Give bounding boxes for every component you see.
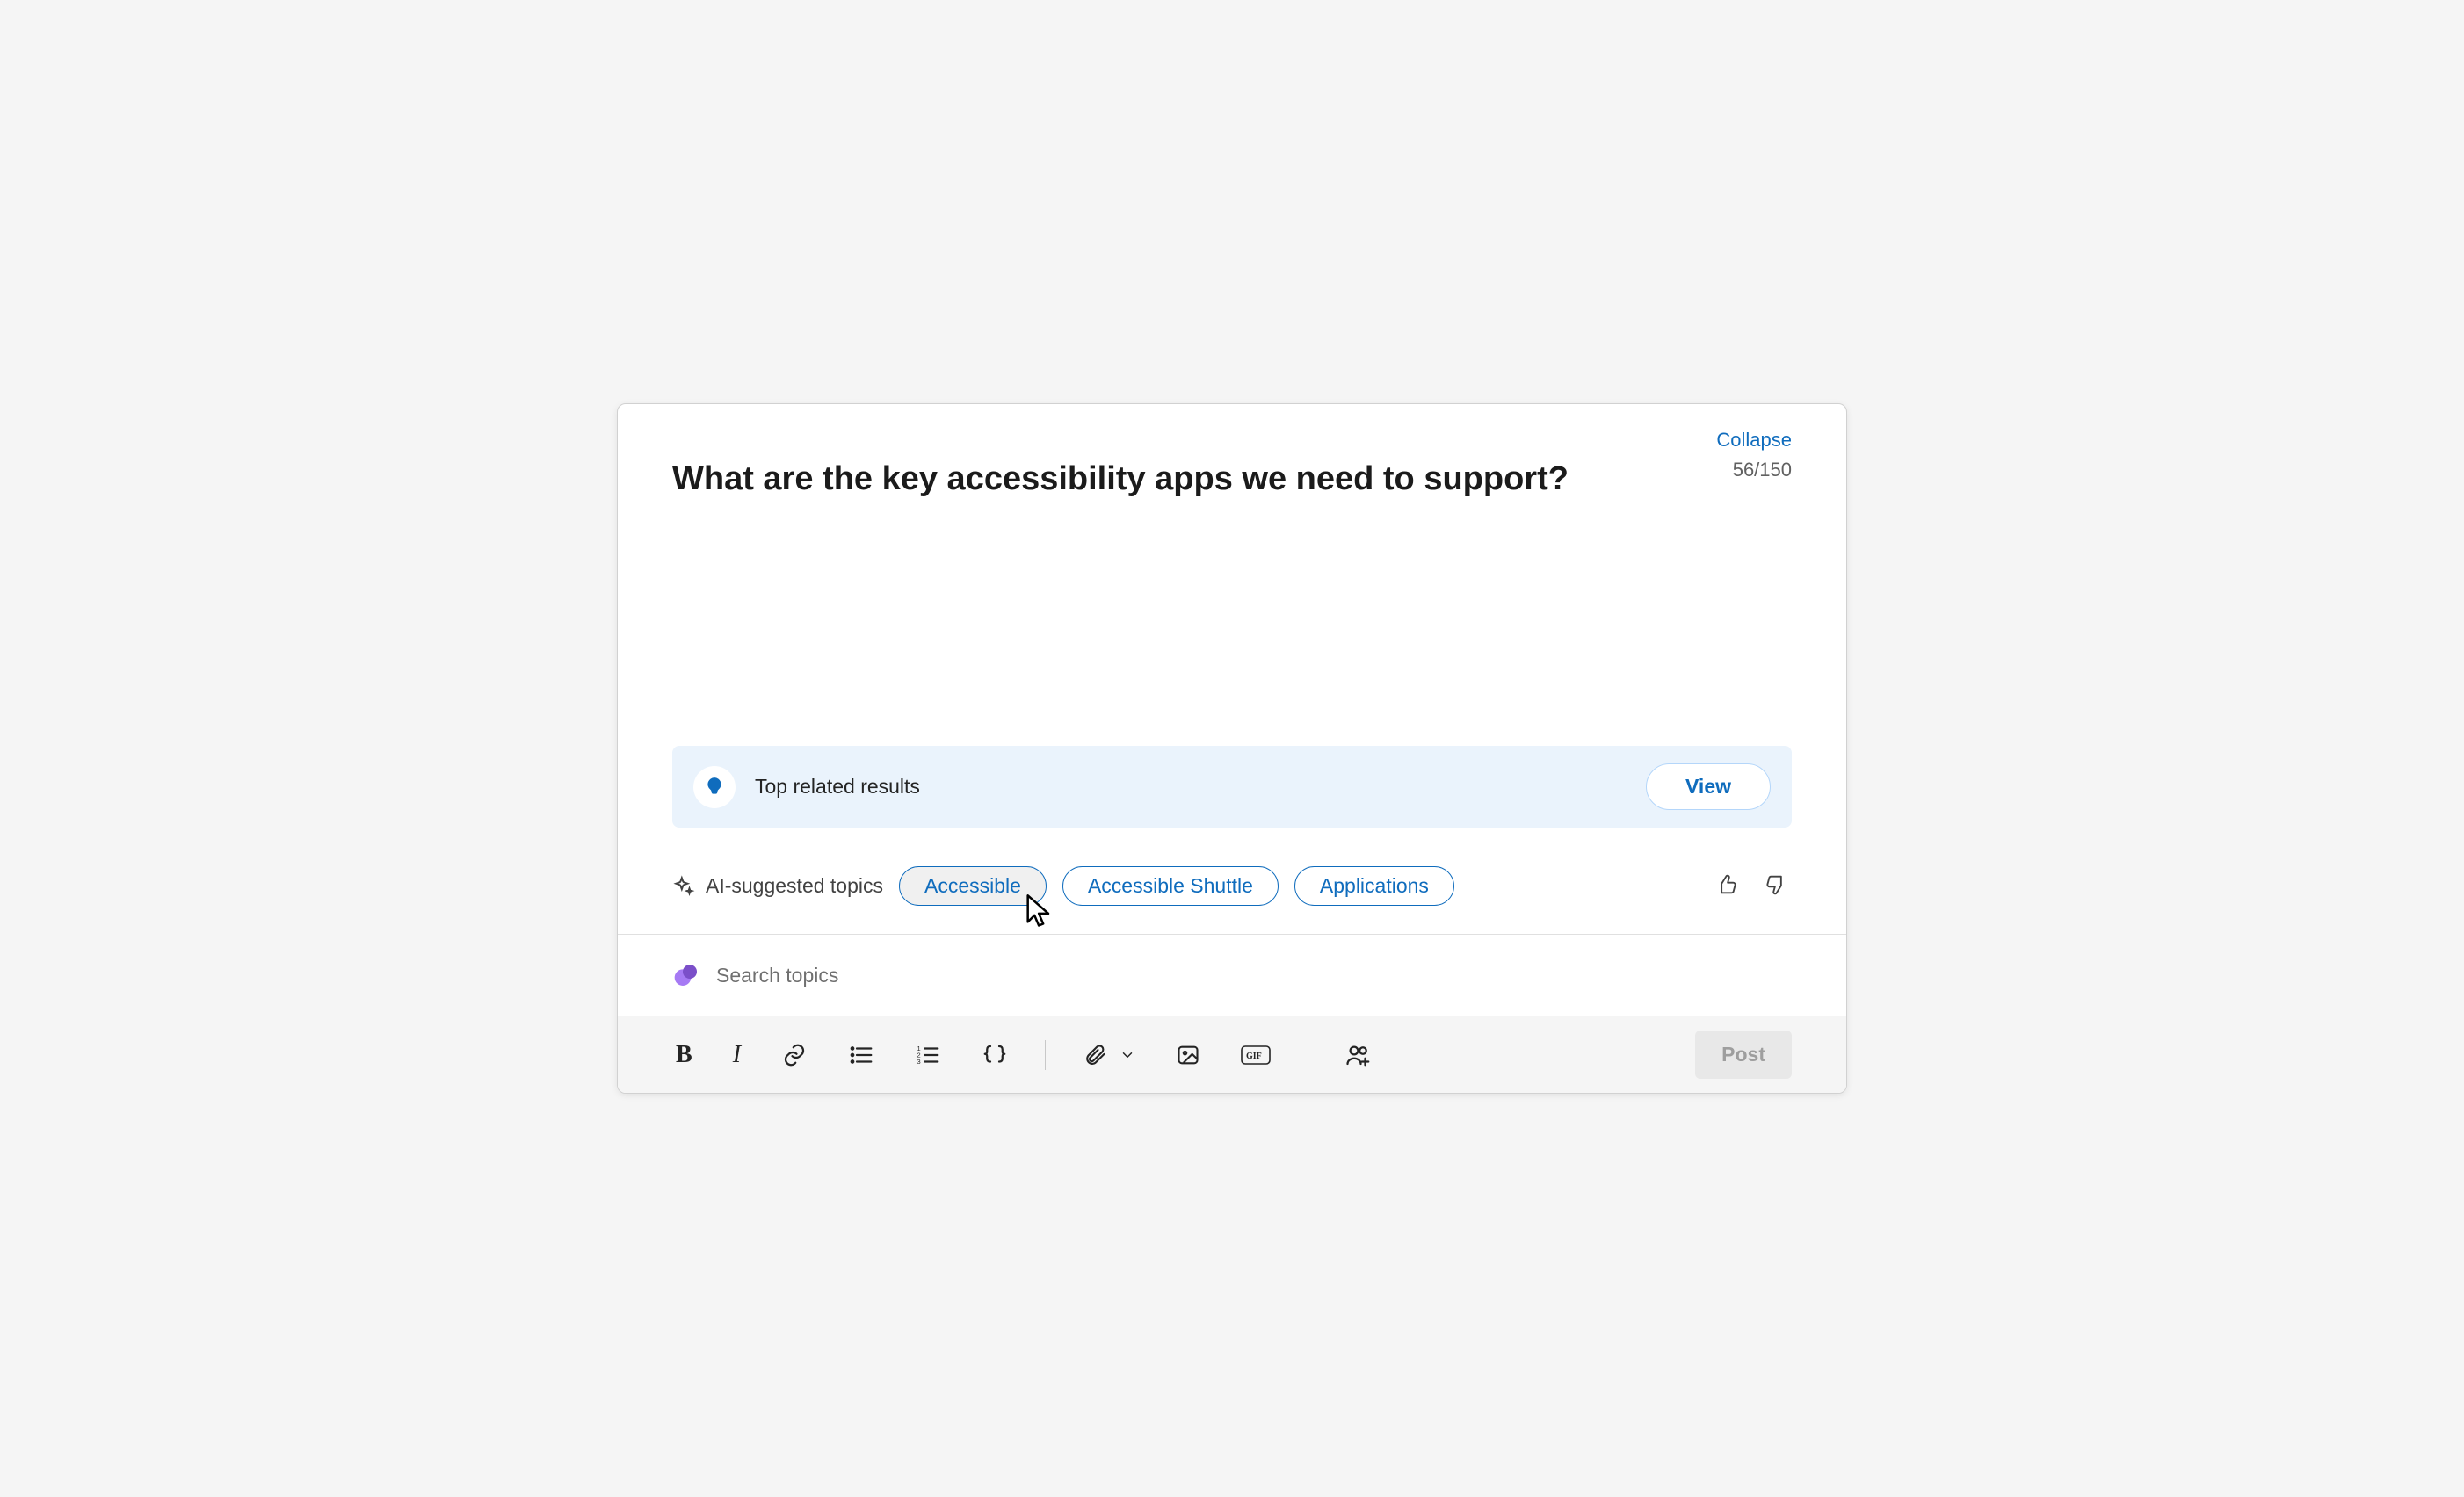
lightbulb-badge [693, 766, 736, 808]
search-topics-input[interactable] [716, 964, 1068, 987]
lightbulb-icon [703, 776, 726, 799]
related-results-label: Top related results [755, 775, 920, 799]
image-button[interactable] [1172, 1039, 1204, 1071]
toolbar-separator [1045, 1040, 1046, 1070]
ai-suggested-label: AI-suggested topics [706, 874, 883, 898]
people-add-icon [1345, 1042, 1372, 1068]
italic-icon: I [733, 1041, 741, 1069]
thumbs-up-icon [1714, 872, 1739, 897]
collapse-link[interactable]: Collapse [1716, 429, 1792, 452]
topic-pill-accessible[interactable]: Accessible [899, 866, 1047, 906]
code-block-button[interactable] [978, 1038, 1011, 1072]
chevron-down-icon [1120, 1047, 1135, 1063]
svg-text:3: 3 [917, 1058, 921, 1066]
topic-pill-accessible-shuttle[interactable]: Accessible Shuttle [1062, 866, 1279, 906]
bold-button[interactable]: B [672, 1038, 696, 1073]
thumbs-down-icon [1764, 872, 1788, 897]
thumbs-up-button[interactable] [1711, 869, 1743, 903]
image-icon [1176, 1043, 1200, 1067]
svg-text:GIF: GIF [1246, 1052, 1262, 1061]
topics-icon [672, 961, 700, 989]
bullet-list-button[interactable] [844, 1038, 878, 1072]
link-button[interactable] [778, 1038, 811, 1072]
format-toolbar: B I 1 2 3 [618, 1016, 1846, 1093]
compose-card: Collapse What are the key accessibility … [617, 403, 1847, 1095]
question-title[interactable]: What are the key accessibility apps we n… [672, 459, 1569, 501]
topic-pill-applications[interactable]: Applications [1294, 866, 1454, 906]
header-row: Collapse [672, 429, 1792, 452]
card-body: Collapse What are the key accessibility … [618, 404, 1846, 1016]
title-row: What are the key accessibility apps we n… [672, 459, 1792, 501]
thumbs-down-button[interactable] [1760, 869, 1792, 903]
sparkle-icon [672, 875, 695, 898]
post-button[interactable]: Post [1695, 1031, 1792, 1079]
gif-button[interactable]: GIF [1237, 1039, 1274, 1071]
feedback-group [1711, 869, 1792, 903]
ai-label-group: AI-suggested topics [672, 874, 883, 898]
attach-dropdown-button[interactable] [1116, 1044, 1139, 1067]
paperclip-icon [1083, 1043, 1107, 1067]
numbered-list-icon: 1 2 3 [915, 1042, 941, 1068]
character-count: 56/150 [1733, 459, 1792, 481]
view-button[interactable]: View [1646, 763, 1771, 810]
search-topics-row [672, 935, 1792, 1016]
numbered-list-button[interactable]: 1 2 3 [911, 1038, 945, 1072]
gif-icon: GIF [1241, 1043, 1271, 1067]
related-results-banner: Top related results View [672, 746, 1792, 828]
code-braces-icon [982, 1042, 1008, 1068]
related-left: Top related results [693, 766, 920, 808]
bold-icon: B [676, 1041, 692, 1069]
mention-people-button[interactable] [1342, 1038, 1375, 1072]
link-icon [781, 1042, 808, 1068]
bullet-list-icon [848, 1042, 874, 1068]
attach-group [1079, 1039, 1139, 1071]
attach-button[interactable] [1079, 1039, 1111, 1071]
italic-button[interactable]: I [729, 1038, 744, 1073]
ai-suggested-row: AI-suggested topics Accessible Accessibl… [672, 866, 1792, 906]
